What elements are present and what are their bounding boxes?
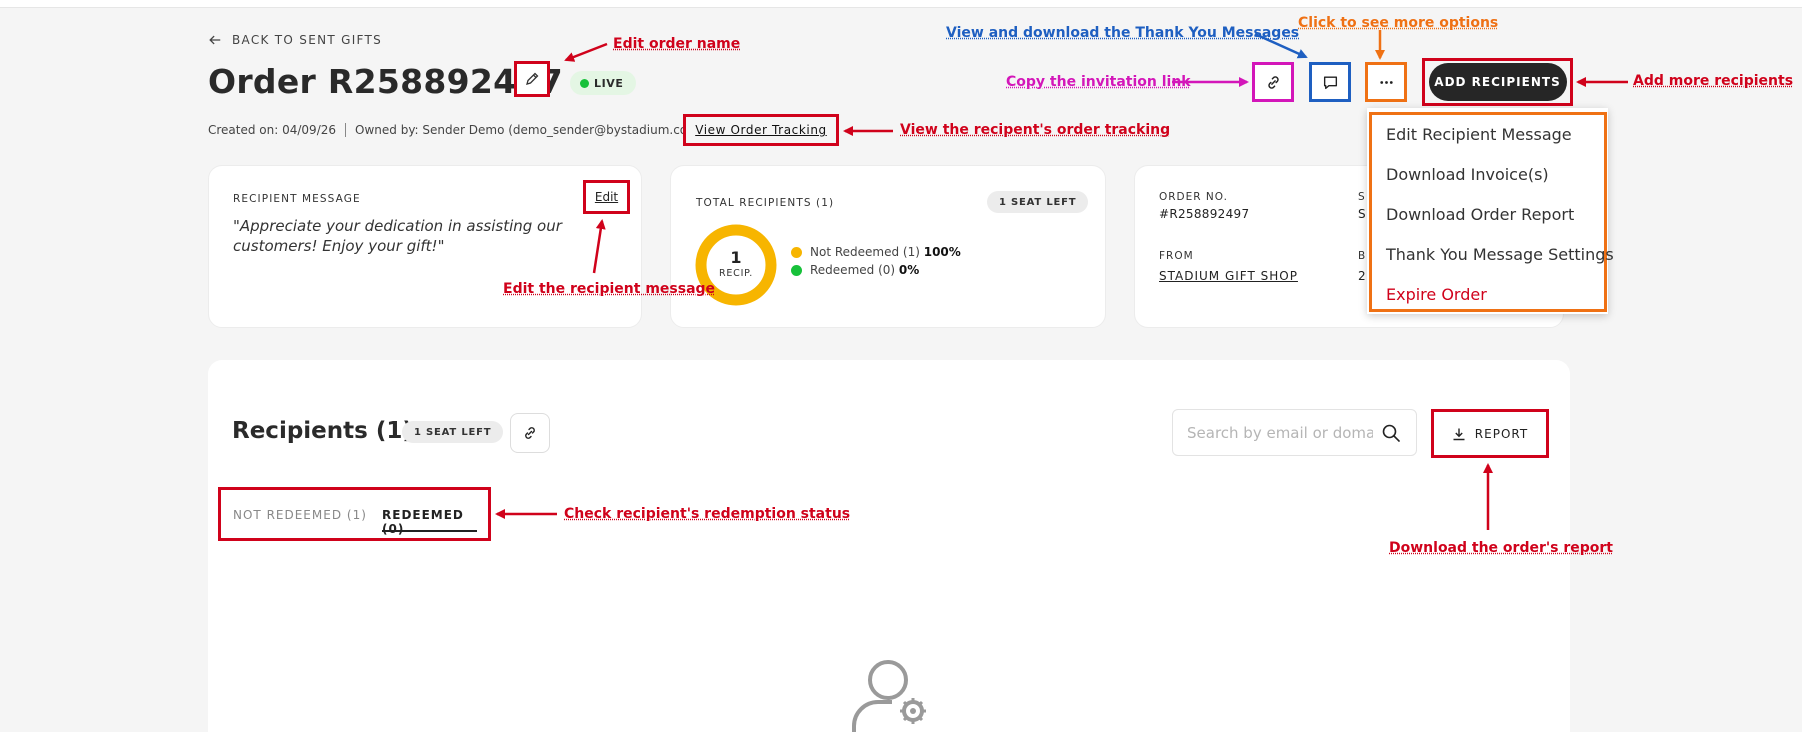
download-icon (1453, 428, 1465, 440)
back-label: BACK TO SENT GIFTS (232, 33, 383, 47)
annotation-add-recipients: Add more recipients (1633, 73, 1794, 89)
search-input[interactable] (1185, 422, 1375, 443)
from-value-link[interactable]: STADIUM GIFT SHOP (1159, 269, 1298, 283)
legend-not-redeemed: Not Redeemed (1) 100% (791, 245, 961, 259)
seats-left-badge: 1 SEAT LEFT (987, 191, 1089, 213)
total-recipients-label: TOTAL RECIPIENTS (1) (696, 197, 835, 209)
menu-item-download-invoices[interactable]: Download Invoice(s) (1386, 165, 1549, 184)
live-dot (580, 78, 589, 88)
annotation-redemption-status: Check recipient's redemption status (564, 506, 851, 522)
recipients-seats-badge: 1 SEAT LEFT (402, 421, 504, 443)
recipients-copy-link-button[interactable] (510, 413, 550, 453)
info-value-partial: S (1358, 207, 1366, 221)
add-recipients-button[interactable]: ADD RECIPIENTS (1428, 63, 1567, 101)
menu-item-download-order-report[interactable]: Download Order Report (1386, 205, 1574, 224)
status-label: LIVE (594, 76, 624, 90)
legend-redeemed: Redeemed (0) 0% (791, 263, 919, 277)
recipient-message-text: "Appreciate your dedication in assisting… (233, 217, 562, 255)
annotation-edit-message: Edit the recipient message (503, 281, 716, 297)
menu-item-expire-order[interactable]: Expire Order (1386, 285, 1487, 304)
menu-item-edit-recipient-message[interactable]: Edit Recipient Message (1386, 125, 1572, 144)
report-label: REPORT (1474, 426, 1529, 441)
search-icon[interactable] (1381, 423, 1401, 443)
info-label-partial: S (1358, 191, 1366, 203)
top-bar (0, 0, 1802, 8)
from-label: FROM (1159, 250, 1194, 262)
donut-count: 1 (730, 248, 742, 267)
add-recipients-highlight: ADD RECIPIENTS (1422, 58, 1573, 106)
arrow-left-icon (209, 35, 221, 45)
link-icon (1267, 75, 1279, 89)
info-label-partial: B (1358, 250, 1367, 262)
info-value-partial: 2 (1358, 269, 1366, 283)
more-horizontal-icon (1379, 80, 1393, 84)
empty-recipients-icon (852, 660, 926, 732)
edit-recipient-message-link[interactable]: Edit (583, 180, 630, 214)
created-on: Created on: 04/09/26 (208, 123, 337, 137)
copy-invitation-link-button[interactable] (1252, 62, 1294, 102)
recipient-message-label: RECIPIENT MESSAGE (233, 193, 361, 205)
menu-highlight: Edit Recipient Message Download Invoice(… (1369, 112, 1614, 312)
more-options-button[interactable] (1365, 62, 1407, 102)
legend-pct: 0% (898, 263, 920, 277)
link-icon (525, 427, 535, 439)
legend-swatch-green (791, 264, 802, 276)
annotation-order-tracking: View the recipent's order tracking (900, 122, 1171, 138)
order-meta: Created on: 04/09/26 Owned by: Sender De… (208, 123, 723, 137)
donut-unit: RECIP. (718, 268, 754, 279)
tab-not-redeemed[interactable]: NOT REDEEMED (1) (233, 508, 367, 522)
order-no-label: ORDER NO. (1159, 191, 1228, 203)
report-button[interactable]: REPORT (1431, 409, 1549, 458)
recipients-title: Recipients (1) (232, 418, 413, 444)
arrow-edit-order-name (564, 42, 608, 62)
status-badge: LIVE (570, 71, 636, 95)
owned-by: Owned by: Sender Demo (demo_sender@bysta… (355, 123, 704, 137)
annotation-more-options: Click to see more options (1298, 15, 1499, 31)
menu-item-thank-you-settings[interactable]: Thank You Message Settings (1386, 245, 1614, 264)
thank-you-messages-button[interactable] (1309, 62, 1351, 102)
legend-label: Redeemed (0) (810, 263, 896, 277)
redemption-tabs: NOT REDEEMED (1) REDEEMED (0) (218, 487, 491, 541)
back-to-sent-gifts-link[interactable]: BACK TO SENT GIFTS (208, 33, 382, 47)
annotation-copy-link: Copy the invitation link (1006, 74, 1191, 90)
view-order-tracking-link[interactable]: View Order Tracking (683, 114, 839, 146)
pencil-icon (526, 72, 539, 85)
active-tab-indicator (382, 530, 477, 532)
page-title: Order R258892497 (208, 62, 563, 101)
legend-swatch-yellow (791, 246, 802, 258)
order-no-value: #R258892497 (1159, 207, 1250, 221)
divider (345, 123, 347, 137)
legend-label: Not Redeemed (1) (810, 245, 920, 259)
message-icon (1323, 75, 1337, 89)
edit-order-name-button[interactable] (514, 61, 550, 97)
annotation-thank-you-messages: View and download the Thank You Messages (946, 25, 1300, 41)
legend-pct: 100% (923, 245, 961, 259)
more-options-menu: Edit Recipient Message Download Invoice(… (1367, 108, 1614, 314)
recipient-search (1172, 409, 1417, 456)
annotation-download-report: Download the order's report (1389, 540, 1613, 556)
annotation-edit-order-name: Edit order name (613, 36, 741, 52)
